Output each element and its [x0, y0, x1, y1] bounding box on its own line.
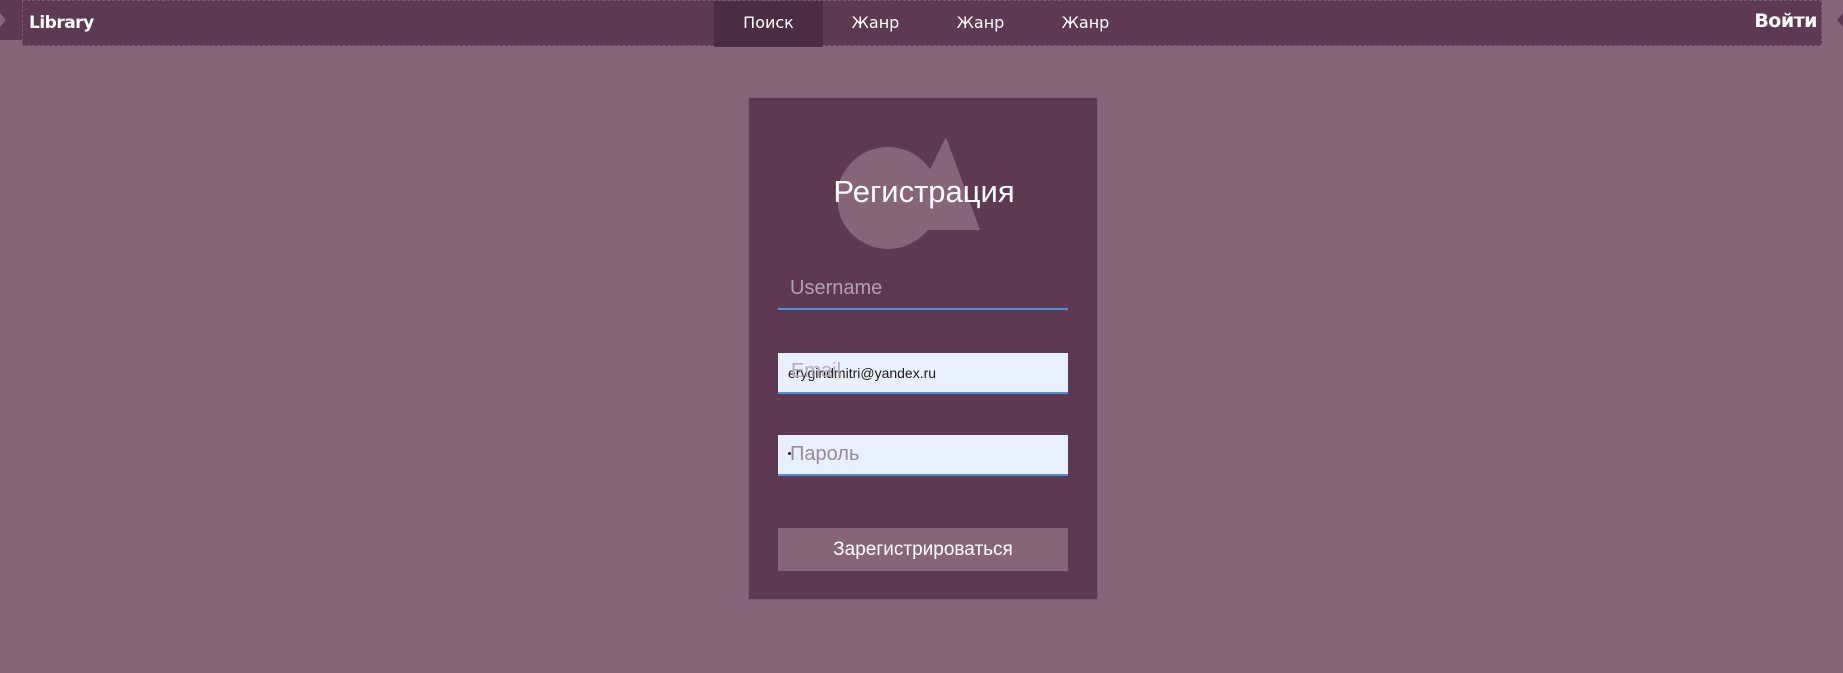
password-mask-dot — [788, 452, 791, 455]
username-input[interactable] — [778, 269, 1068, 310]
registration-card: Регистрация Email Зарегистрироваться — [748, 97, 1098, 600]
register-button[interactable]: Зарегистрироваться — [778, 528, 1068, 571]
brand-logo-link[interactable]: Library — [29, 13, 94, 33]
main-nav: Поиск Жанр Жанр Жанр — [714, 1, 1138, 47]
password-input[interactable] — [778, 435, 1068, 476]
scroll-right-tab[interactable] — [1822, 0, 1843, 40]
nav-item-genre-3[interactable]: Жанр — [1033, 1, 1138, 47]
scroll-left-tab[interactable] — [0, 0, 22, 40]
form-title: Регистрация — [833, 174, 1015, 209]
login-link[interactable]: Войти — [1754, 10, 1817, 32]
email-input[interactable] — [778, 353, 1068, 394]
top-navigation-bar: Library Поиск Жанр Жанр Жанр Войти — [22, 0, 1822, 47]
chevron-left-icon — [1837, 13, 1843, 27]
nav-item-genre-2[interactable]: Жанр — [928, 1, 1033, 47]
nav-item-search[interactable]: Поиск — [714, 1, 823, 47]
chevron-right-icon — [0, 13, 6, 27]
nav-item-genre-1[interactable]: Жанр — [823, 1, 928, 47]
